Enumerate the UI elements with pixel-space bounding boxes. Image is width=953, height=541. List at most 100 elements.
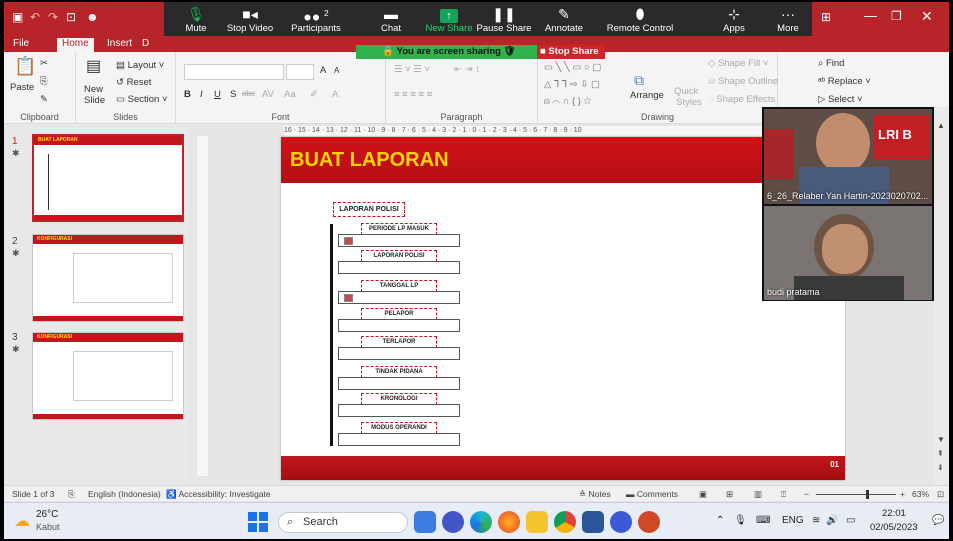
find-button[interactable]: ⌕ Find: [818, 58, 844, 69]
reading-view-icon[interactable]: ▥: [754, 489, 762, 500]
bold-button[interactable]: B: [184, 89, 191, 100]
pause-share-button[interactable]: ❚❚ Pause Share: [474, 5, 534, 35]
minimize-icon[interactable]: —: [864, 8, 877, 23]
field-input-box[interactable]: [338, 261, 460, 274]
copy-icon[interactable]: ⎘: [40, 76, 48, 87]
tray-mic-icon[interactable]: 🎙: [734, 515, 747, 526]
field-input-box[interactable]: [338, 291, 460, 304]
zoom-slider-thumb[interactable]: [866, 490, 869, 499]
font-shrink-button[interactable]: A: [334, 66, 339, 75]
slideshow-icon[interactable]: ⍐: [781, 489, 786, 500]
volume-icon[interactable]: 🔊: [826, 515, 838, 526]
network-icon[interactable]: ≋: [812, 515, 820, 526]
next-slide-icon[interactable]: ⇟: [937, 463, 944, 472]
participants-button[interactable]: ●● 2 Participants: [286, 5, 346, 35]
prev-slide-icon[interactable]: ⇞: [937, 449, 944, 458]
slide-title[interactable]: BUAT LAPORAN: [290, 149, 449, 172]
zoom-meeting-icon[interactable]: [610, 511, 632, 533]
section-button[interactable]: ▭ Section ˅: [116, 94, 168, 105]
highlight-icon[interactable]: ✐: [310, 89, 318, 100]
mute-button[interactable]: 🎙 Mute: [166, 5, 226, 35]
weather-desc[interactable]: Kabut: [36, 522, 60, 532]
scroll-down-icon[interactable]: ▼: [937, 435, 945, 444]
new-share-button[interactable]: ↑ New Share: [419, 5, 479, 35]
shapes-gallery-row2[interactable]: △ ⅂ ⅂ ⇨ ⇩ ▢: [544, 79, 600, 90]
field-input-box[interactable]: [338, 377, 460, 390]
weather-temp[interactable]: 26°C: [36, 509, 58, 520]
accessibility-icon[interactable]: ☻: [86, 10, 99, 24]
slide-thumbnail-2[interactable]: KONFIGURASI: [32, 234, 184, 322]
firefox-icon[interactable]: [498, 511, 520, 533]
save-icon[interactable]: ▣: [12, 10, 23, 24]
word-icon[interactable]: [582, 511, 604, 533]
field-input-box[interactable]: [338, 404, 460, 417]
chat-button[interactable]: ▬ Chat: [361, 5, 421, 35]
arrange-icon[interactable]: ⧉: [634, 72, 644, 89]
clock-date[interactable]: 02/05/2023: [870, 522, 918, 533]
laporan-polisi-heading[interactable]: LAPORAN POLISI: [333, 202, 405, 217]
powerpoint-icon[interactable]: [638, 511, 660, 533]
file-explorer-icon[interactable]: [526, 511, 548, 533]
vertical-scrollbar[interactable]: ▲ ▼ ⇞ ⇟: [934, 107, 949, 485]
chrome-icon[interactable]: [554, 511, 576, 533]
battery-icon[interactable]: ▭: [846, 515, 855, 526]
tab-home[interactable]: Home: [57, 38, 94, 52]
field-input-box[interactable]: [338, 234, 460, 247]
undo-icon[interactable]: ↶: [30, 10, 40, 24]
meet-app-icon[interactable]: [414, 511, 436, 533]
shape-fill-button[interactable]: ◇ Shape Fill ˅: [708, 58, 768, 69]
shape-effects-button[interactable]: ◌ Shape Effects: [708, 94, 775, 105]
ribbon-display-icon[interactable]: ⊞: [821, 10, 831, 24]
layout-button[interactable]: ▤ Layout ˅: [116, 60, 164, 71]
apps-button[interactable]: ⊹ Apps: [704, 5, 764, 35]
tab-design[interactable]: D: [137, 38, 154, 49]
notification-icon[interactable]: 💬: [932, 515, 944, 526]
participant-video-1[interactable]: LRI B 6_26_Relaber Yan Hartin-2023020702…: [764, 109, 932, 204]
zoom-out-button[interactable]: −: [804, 489, 809, 499]
weather-icon[interactable]: ☁: [14, 511, 30, 531]
language-indicator[interactable]: ENG: [782, 515, 804, 526]
edge-browser-icon[interactable]: [470, 511, 492, 533]
annotate-button[interactable]: ✎ Annotate: [534, 5, 594, 35]
char-spacing-button[interactable]: AV: [262, 89, 274, 100]
shadow-button[interactable]: S: [230, 89, 236, 100]
keyboard-icon[interactable]: ⌨: [756, 515, 770, 526]
select-button[interactable]: ▷ Select ˅: [818, 94, 863, 105]
remote-control-button[interactable]: ⬮ Remote Control: [604, 5, 676, 35]
reset-button[interactable]: ↺ Reset: [116, 77, 151, 88]
zoom-slider[interactable]: [816, 490, 896, 499]
language-status[interactable]: English (Indonesia): [88, 489, 161, 499]
clock-time[interactable]: 22:01: [882, 508, 906, 519]
zoom-in-button[interactable]: +: [900, 489, 905, 499]
presenter-icon[interactable]: ⊡: [66, 10, 76, 24]
windows-start-icon[interactable]: [248, 512, 268, 532]
shapes-gallery[interactable]: ▭ ╲ ╲ ▭ ○ ▢: [544, 62, 601, 73]
fit-slide-icon[interactable]: ⊡: [937, 489, 944, 500]
field-input-box[interactable]: [338, 319, 460, 332]
new-slide-button[interactable]: New: [84, 84, 103, 95]
zoom-level[interactable]: 63%: [912, 489, 929, 499]
cut-icon[interactable]: ✂: [40, 58, 48, 69]
change-case-button[interactable]: Aa: [284, 89, 296, 100]
slide-thumbnail-3[interactable]: KONFIGURASI: [32, 332, 184, 420]
new-slide-icon[interactable]: ▤: [86, 56, 101, 76]
arrange-button[interactable]: Arrange: [630, 90, 664, 101]
shapes-gallery-row3[interactable]: ⍝ ⌒ ∩ { } ☆: [544, 96, 591, 107]
taskbar-search[interactable]: ⌕ Search: [278, 512, 408, 533]
font-grow-button[interactable]: A: [320, 65, 326, 76]
replace-button[interactable]: ᵃᵇ Replace ˅: [818, 76, 871, 87]
slide-canvas[interactable]: BUAT LAPORAN LAPORAN POLISI PERIODE LP M…: [281, 137, 845, 480]
paste-icon[interactable]: 📋: [14, 56, 36, 77]
scroll-up-icon[interactable]: ▲: [937, 121, 945, 130]
paste-button[interactable]: Paste: [10, 82, 34, 93]
quick-styles-button[interactable]: Quick: [674, 86, 698, 97]
slide-sorter-icon[interactable]: ⊞: [726, 489, 733, 500]
tab-file[interactable]: File: [8, 38, 34, 49]
strikethrough-button[interactable]: abc: [242, 89, 255, 98]
font-name-box[interactable]: [184, 64, 284, 80]
stop-video-button[interactable]: ■◂ Stop Video: [220, 5, 280, 35]
notes-button[interactable]: ≙ Notes: [579, 489, 611, 500]
align-icon[interactable]: ≡ ≡ ≡ ≡ ≡: [394, 89, 432, 100]
comments-button[interactable]: ▬ Comments: [626, 489, 678, 499]
accessibility-status[interactable]: ♿ Accessibility: Investigate: [166, 489, 271, 500]
